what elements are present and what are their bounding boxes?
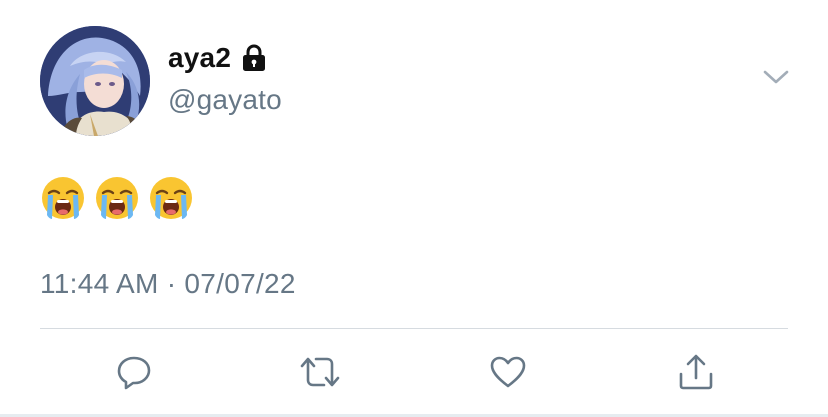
- loudly-crying-face-emoji: [40, 175, 86, 221]
- tweet-card: aya2 @gayato 11:44 AM · 07/07/22: [0, 0, 828, 417]
- chevron-down-icon[interactable]: [762, 68, 790, 86]
- tweet-timestamp[interactable]: 11:44 AM · 07/07/22: [40, 268, 296, 300]
- share-icon: [679, 354, 713, 390]
- retweet-button[interactable]: [298, 350, 342, 394]
- loudly-crying-face-emoji: [94, 175, 140, 221]
- display-name-row: aya2: [168, 42, 267, 74]
- share-button[interactable]: [674, 350, 718, 394]
- heart-icon: [490, 356, 526, 388]
- avatar-illustration: [40, 26, 150, 136]
- reply-button[interactable]: [112, 350, 156, 394]
- like-button[interactable]: [486, 350, 530, 394]
- lock-icon: [241, 44, 267, 72]
- tweet-text: [40, 168, 202, 224]
- retweet-icon: [300, 357, 340, 387]
- loudly-crying-face-emoji: [148, 175, 194, 221]
- user-handle[interactable]: @gayato: [168, 84, 282, 116]
- divider: [40, 328, 788, 329]
- display-name[interactable]: aya2: [168, 42, 231, 74]
- avatar[interactable]: [40, 26, 150, 136]
- reply-icon: [117, 356, 151, 390]
